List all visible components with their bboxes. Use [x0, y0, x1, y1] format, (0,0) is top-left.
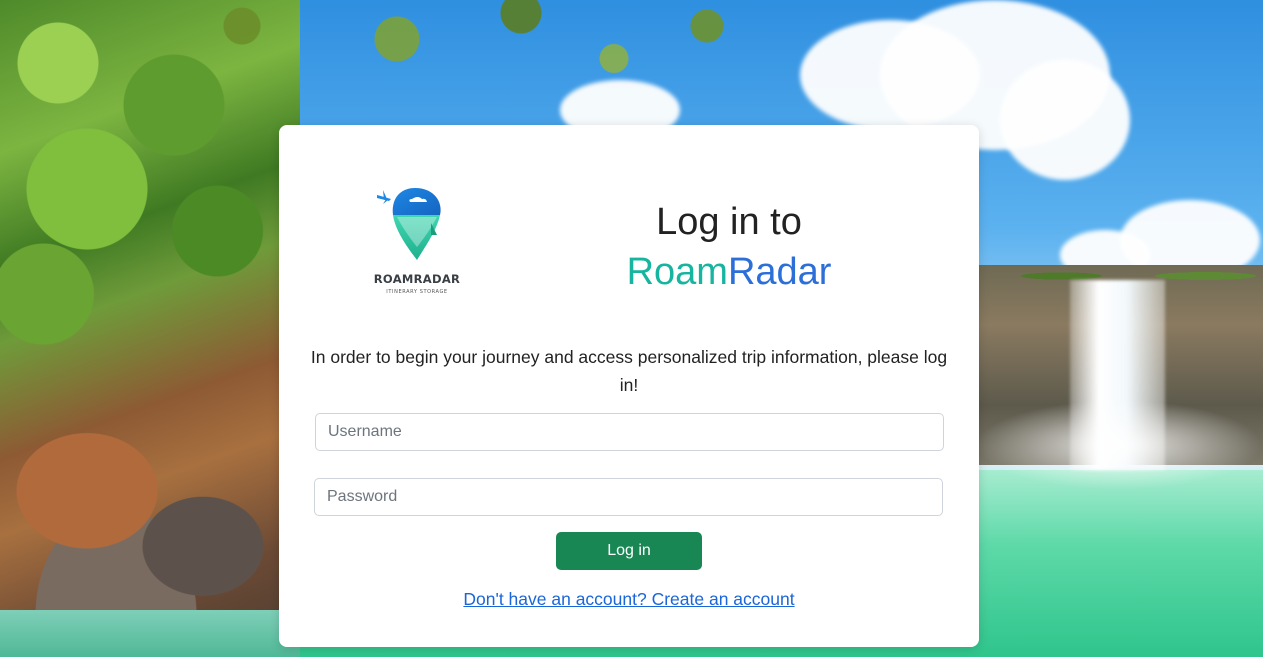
brand-name: RoamRadar — [579, 247, 879, 297]
page-title: Log in to RoamRadar — [579, 197, 879, 297]
waterfall-mist — [975, 400, 1263, 490]
username-input[interactable] — [315, 413, 944, 451]
intro-text: In order to begin your journey and acces… — [310, 347, 948, 395]
logo-tagline: ITINERARY STORAGE — [386, 289, 448, 295]
left-water — [0, 610, 300, 657]
map-pin-plane-icon — [377, 188, 441, 260]
brand-name-radar: Radar — [727, 251, 832, 293]
create-account-link[interactable]: Don't have an account? Create an account — [279, 589, 979, 610]
cloud — [1000, 60, 1130, 180]
brand-name-roam: Roam — [626, 251, 728, 293]
logo-name: ROAMRADAR — [373, 272, 461, 286]
password-input[interactable] — [314, 478, 943, 516]
tree-branches — [180, 0, 800, 130]
brand-logo: ROAMRADAR ITINERARY STORAGE — [367, 185, 467, 300]
login-card: ROAMRADAR ITINERARY STORAGE Log in to Ro… — [279, 125, 979, 647]
title-line: Log in to — [656, 201, 802, 243]
login-button[interactable]: Log in — [556, 532, 702, 570]
